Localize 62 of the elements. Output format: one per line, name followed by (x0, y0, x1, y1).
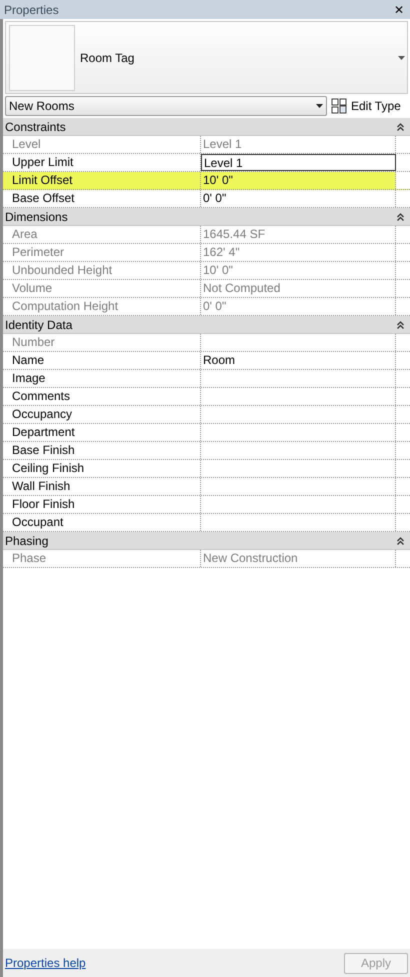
section-title: Dimensions (5, 208, 68, 226)
property-value: Room (201, 352, 396, 369)
property-value: Level 1 (201, 136, 396, 153)
section-header[interactable]: Identity Data (3, 316, 410, 334)
property-label: Level (3, 136, 201, 153)
section-title: Phasing (5, 532, 48, 550)
property-value: 10' 0" (201, 262, 396, 279)
edit-type-button[interactable]: Edit Type (331, 96, 401, 116)
dropdown-arrow-icon (316, 104, 323, 108)
property-row[interactable]: Wall Finish (3, 478, 410, 496)
close-button[interactable]: ✕ (392, 4, 406, 16)
window-title: Properties (4, 2, 59, 18)
property-label: Base Offset (3, 190, 201, 207)
property-row[interactable]: Department (3, 424, 410, 442)
property-label: Floor Finish (3, 496, 201, 513)
property-label: Phase (3, 550, 201, 567)
edit-type-icon (331, 98, 347, 114)
section-header[interactable]: Constraints (3, 118, 410, 136)
property-row[interactable]: Upper Limit Level 1 (3, 154, 410, 172)
property-label: Limit Offset (3, 172, 201, 189)
property-row[interactable]: Ceiling Finish (3, 460, 410, 478)
property-label: Occupancy (3, 406, 201, 423)
property-value: New Construction (201, 550, 396, 567)
section-title: Constraints (5, 118, 66, 136)
help-link[interactable]: Properties help (5, 954, 86, 972)
property-label: Comments (3, 388, 201, 405)
property-row[interactable]: Image (3, 370, 410, 388)
property-row[interactable]: Occupancy (3, 406, 410, 424)
property-label: Perimeter (3, 244, 201, 261)
property-row[interactable]: Name Room (3, 352, 410, 370)
property-label: Base Finish (3, 442, 201, 459)
property-row[interactable]: Base Finish (3, 442, 410, 460)
property-label: Name (3, 352, 201, 369)
property-label: Computation Height (3, 298, 201, 315)
property-value: 0' 0" (201, 298, 396, 315)
value-input-field[interactable]: Level 1 (201, 154, 396, 171)
property-row[interactable]: Base Offset 0' 0" (3, 190, 410, 208)
section-header[interactable]: Dimensions (3, 208, 410, 226)
property-row[interactable]: Floor Finish (3, 496, 410, 514)
property-label: Wall Finish (3, 478, 201, 495)
property-row[interactable]: Occupant (3, 514, 410, 532)
property-value: Not Computed (201, 280, 396, 297)
property-label: Image (3, 370, 201, 387)
property-label: Ceiling Finish (3, 460, 201, 477)
property-label: Department (3, 424, 201, 441)
property-value: 162' 4" (201, 244, 396, 261)
property-row[interactable]: Limit Offset 10' 0" (3, 172, 410, 190)
property-value: 1645.44 SF (201, 226, 396, 243)
property-label: Volume (3, 280, 201, 297)
property-label: Occupant (3, 514, 201, 531)
filter-dropdown[interactable]: New Rooms (5, 96, 327, 116)
property-label: Number (3, 334, 201, 351)
dropdown-arrow-icon (398, 56, 405, 60)
property-label: Unbounded Height (3, 262, 201, 279)
property-label: Area (3, 226, 201, 243)
section-title: Identity Data (5, 316, 72, 334)
preview-thumbnail (9, 24, 75, 90)
property-value: 0' 0" (201, 190, 396, 207)
type-selector[interactable]: Room Tag (5, 21, 408, 94)
property-row[interactable]: Comments (3, 388, 410, 406)
type-name: Room Tag (80, 50, 136, 66)
section-header[interactable]: Phasing (3, 532, 410, 550)
